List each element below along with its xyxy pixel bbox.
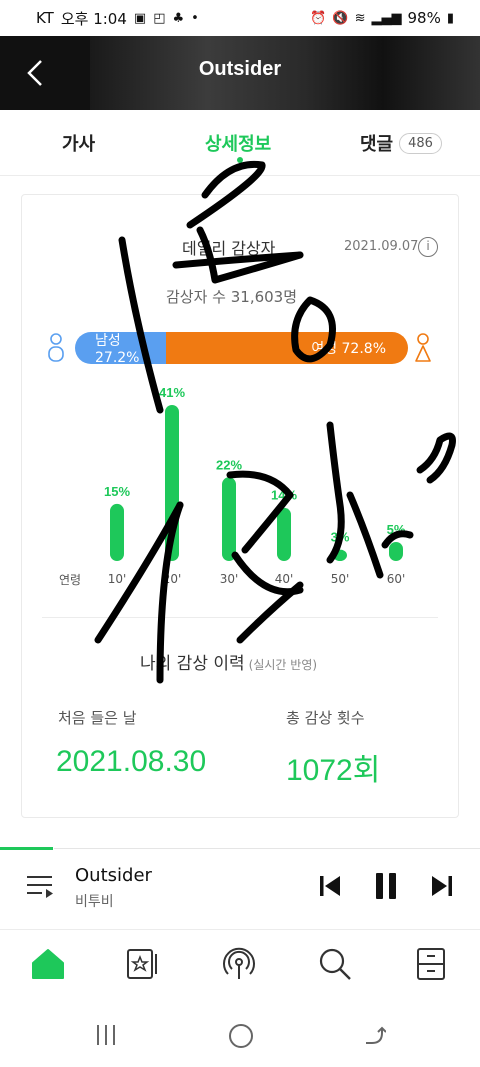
next-button[interactable] bbox=[430, 874, 454, 898]
tab-comments-label: 댓글 bbox=[360, 134, 394, 155]
broadcast-icon[interactable] bbox=[221, 946, 257, 982]
recent-apps-icon[interactable] bbox=[94, 1023, 118, 1047]
title-bar: Outsider bbox=[0, 36, 480, 110]
gender-ratio-bar: 남성 27.2% 여성 72.8% bbox=[75, 332, 408, 364]
age-tick-label: 10' bbox=[108, 572, 127, 586]
status-bar: KT 오후 1:04 ▣ ◰ ♣ • ⏰ 🔇 ≋ ▂▄▆ 98% ▮ bbox=[0, 0, 480, 36]
age-tick-label: 40' bbox=[275, 572, 294, 586]
home-icon[interactable] bbox=[30, 946, 66, 982]
female-share-label: 여성 72.8% bbox=[311, 341, 386, 357]
card-date: 2021.09.07 bbox=[344, 239, 419, 254]
divider bbox=[42, 617, 438, 618]
wifi-icon: ≋ bbox=[354, 10, 366, 26]
age-bar-value-label: 5% bbox=[387, 522, 406, 537]
playlist-icon[interactable] bbox=[26, 874, 54, 900]
male-icon bbox=[48, 333, 64, 362]
info-icon[interactable]: i bbox=[418, 237, 438, 257]
storage-icon[interactable] bbox=[413, 946, 449, 982]
age-tick-label: 20' bbox=[163, 572, 182, 586]
mute-icon: 🔇 bbox=[332, 10, 349, 26]
age-tick-label: 50' bbox=[331, 572, 350, 586]
tab-details[interactable]: 상세정보 bbox=[205, 130, 271, 156]
age-bar-value-label: 14% bbox=[271, 488, 297, 503]
age-bar bbox=[222, 477, 236, 561]
history-title: 나의 감상 이력 (실시간 반영) bbox=[140, 649, 317, 674]
clock: 오후 1:04 bbox=[60, 9, 127, 28]
male-share-label: 남성 27.2% bbox=[95, 333, 140, 364]
more-dot-icon: • bbox=[191, 10, 199, 26]
male-share-bar: 남성 27.2% bbox=[75, 332, 166, 364]
daily-listeners-card: 데일리 감상자 2021.09.07 i 감상자 수 31,603명 남성 27… bbox=[21, 194, 459, 818]
age-bar-value-label: 22% bbox=[216, 457, 242, 472]
notification-icon: ◰ bbox=[153, 10, 166, 26]
active-tab-indicator bbox=[237, 157, 243, 163]
age-axis-label: 연령 bbox=[59, 573, 82, 587]
age-bar-value-label: 3% bbox=[331, 530, 350, 545]
bottom-navigation bbox=[0, 929, 480, 1001]
search-icon[interactable] bbox=[317, 946, 353, 982]
signal-icon: ▂▄▆ bbox=[371, 10, 402, 26]
pause-button[interactable] bbox=[372, 872, 400, 900]
age-bar bbox=[277, 507, 291, 561]
home-button-icon[interactable] bbox=[228, 1023, 254, 1049]
app-icon: ♣ bbox=[172, 10, 185, 26]
battery-icon: ▮ bbox=[446, 10, 454, 26]
now-playing-title[interactable]: Outsider bbox=[75, 865, 152, 886]
tab-lyrics[interactable]: 가사 bbox=[62, 130, 95, 156]
age-bar bbox=[333, 549, 347, 561]
first-listen-value: 2021.08.30 bbox=[56, 745, 207, 778]
listener-count: 감상자 수 31,603명 bbox=[166, 288, 298, 306]
age-tick-label: 60' bbox=[387, 572, 406, 586]
total-plays-label: 총 감상 횟수 bbox=[286, 709, 365, 727]
mini-player[interactable]: Outsider 비투비 bbox=[0, 850, 480, 928]
history-note: (실시간 반영) bbox=[248, 658, 318, 672]
first-listen-label: 처음 들은 날 bbox=[58, 709, 137, 727]
now-playing-artist[interactable]: 비투비 bbox=[75, 891, 114, 911]
age-distribution-chart: 15% 10' 41% 20' 22% 30' 14% 40' 3% 50' 5% 60' bbox=[104, 385, 406, 586]
age-bar bbox=[110, 503, 124, 561]
comment-count-badge: 486 bbox=[399, 132, 442, 154]
total-plays-value: 1072회 bbox=[286, 754, 381, 787]
age-bar-value-label: 15% bbox=[104, 484, 130, 499]
age-bar-value-label: 41% bbox=[159, 385, 185, 400]
carrier: KT bbox=[36, 9, 54, 27]
tab-comments[interactable]: 댓글 486 bbox=[360, 130, 442, 156]
back-nav-icon[interactable] bbox=[362, 1023, 386, 1047]
library-icon[interactable] bbox=[125, 946, 161, 982]
playback-track[interactable] bbox=[54, 848, 480, 849]
gallery-icon: ▣ bbox=[133, 10, 147, 26]
female-icon bbox=[415, 333, 431, 362]
system-navigation bbox=[0, 1001, 480, 1067]
age-bar bbox=[165, 405, 179, 561]
alarm-icon: ⏰ bbox=[310, 10, 327, 26]
page-title: Outsider bbox=[198, 58, 282, 80]
age-bar bbox=[389, 541, 403, 561]
female-share-bar: 여성 72.8% bbox=[165, 332, 408, 364]
previous-button[interactable] bbox=[318, 874, 342, 898]
age-tick-label: 30' bbox=[220, 572, 239, 586]
battery-level: 98% bbox=[407, 9, 441, 27]
history-title-text: 나의 감상 이력 bbox=[140, 654, 245, 674]
tab-bar: 가사 상세정보 댓글 486 bbox=[0, 110, 480, 176]
card-title: 데일리 감상자 bbox=[182, 239, 276, 258]
